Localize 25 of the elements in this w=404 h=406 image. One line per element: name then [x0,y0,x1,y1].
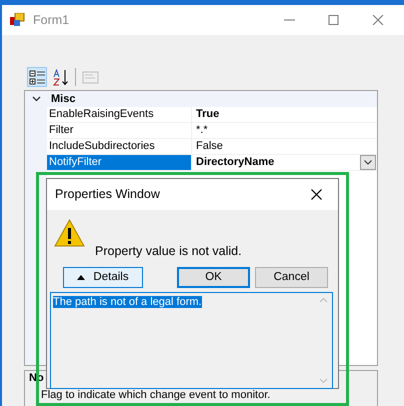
dialog-title: Properties Window [55,186,161,204]
category-label: Misc [50,92,76,107]
app-icon [10,13,25,27]
details-text: The path is not of a legal form. [53,296,202,308]
expand-icon[interactable] [32,96,40,102]
cancel-button[interactable]: Cancel [255,267,328,288]
dropdown-button[interactable] [360,155,376,170]
sort-az-icon-button[interactable] [51,67,71,87]
dialog-message: Property value is not valid. [95,243,242,260]
chevron-down-icon [364,160,372,165]
property-value[interactable]: DirectoryName [196,155,360,170]
property-value[interactable]: *.* [196,123,377,138]
property-value[interactable]: True [196,107,377,122]
description-text: Flag to indicate which change event to monitor. [40,389,272,402]
details-button[interactable]: Details [63,267,143,288]
property-value[interactable]: False [196,139,377,154]
maximize-icon[interactable] [328,15,340,25]
ok-button[interactable]: OK [177,267,250,288]
categorized-icon-button[interactable] [27,67,47,87]
property-name[interactable]: EnableRaisingEvents [47,107,192,123]
window-title: Form1 [33,12,70,29]
property-name[interactable]: Filter [47,123,192,139]
warning-icon [54,219,85,247]
close-icon[interactable] [311,189,322,200]
property-name[interactable]: NotifyFilter [47,155,192,171]
